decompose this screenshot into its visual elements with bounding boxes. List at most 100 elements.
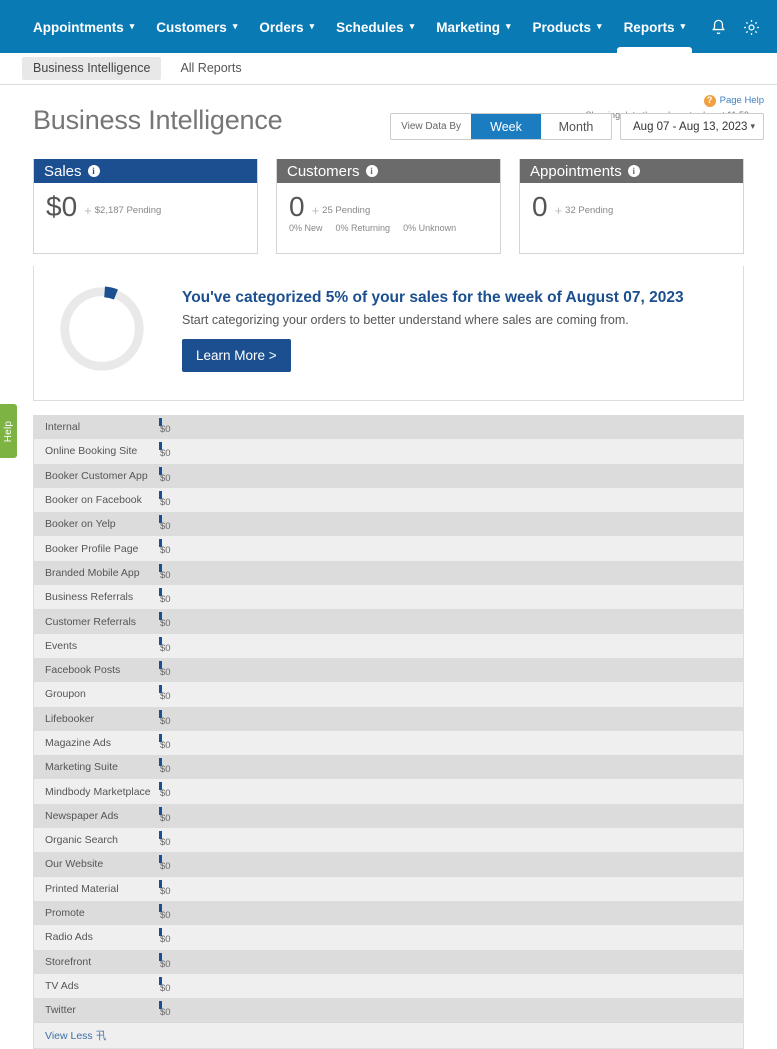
metric-pending: + $2,187 Pending <box>84 204 161 217</box>
subnav-item-all-reports[interactable]: All Reports <box>169 57 252 80</box>
source-row[interactable]: Magazine Ads $0 <box>34 730 743 756</box>
view-less-row: View Less 卂 <box>34 1022 743 1049</box>
source-row[interactable]: Newspaper Ads $0 <box>34 803 743 829</box>
source-row[interactable]: Storefront $0 <box>34 949 743 974</box>
metric-value-row: 0 +32 Pending <box>532 191 731 222</box>
source-row[interactable]: Online Booking Site $0 <box>34 439 743 464</box>
source-row-bar-cell: $0 <box>159 439 743 463</box>
source-row-label: Printed Material <box>45 882 119 895</box>
metric-card-title: Appointments <box>530 162 622 180</box>
view-data-by-group: View Data By Week Month <box>390 113 612 140</box>
source-row[interactable]: Booker on Facebook $0 <box>34 487 743 513</box>
source-row[interactable]: Groupon $0 <box>34 682 743 707</box>
metric-card-header: Sales i <box>34 159 257 183</box>
page-content: Business Intelligence ? Page Help Showin… <box>0 85 777 1049</box>
source-row-amount: $0 <box>160 958 171 970</box>
page-help-link[interactable]: ? Page Help <box>703 94 764 107</box>
view-less-link[interactable]: View Less 卂 <box>45 1028 106 1043</box>
source-row-amount: $0 <box>160 739 171 751</box>
source-row[interactable]: Our Website $0 <box>34 852 743 877</box>
nav-item-marketing[interactable]: Marketing ▾ <box>425 0 521 53</box>
nav-item-reports[interactable]: Reports ▾ <box>613 0 697 53</box>
metric-value-row: 0 +25 Pending <box>289 192 488 222</box>
page-help-label: Page Help <box>719 95 764 106</box>
metric-card-sales: Sales i $0 + $2,187 Pending <box>33 159 258 254</box>
source-row[interactable]: Radio Ads $0 <box>34 925 743 950</box>
source-row[interactable]: Mindbody Marketplace $0 <box>34 779 743 804</box>
source-row[interactable]: Printed Material $0 <box>34 876 743 901</box>
source-row[interactable]: Booker Profile Page $0 <box>34 536 743 561</box>
metric-card-title: Customers <box>287 162 360 180</box>
source-row-label: Magazine Ads <box>45 737 111 749</box>
source-row[interactable]: Booker Customer App $0 <box>34 463 743 488</box>
source-row-bar-cell: $0 <box>159 852 743 876</box>
metric-card-appointments: Appointments i 0 +32 Pending <box>519 159 744 254</box>
source-row-bar-cell: $0 <box>159 877 743 901</box>
source-row-label: Our Website <box>45 858 104 871</box>
source-row[interactable]: Organic Search $0 <box>34 828 743 853</box>
categorization-text: You've categorized 5% of your sales for … <box>182 286 727 373</box>
categorization-headline: You've categorized 5% of your sales for … <box>182 288 684 306</box>
source-row[interactable]: Branded Mobile App $0 <box>34 560 743 586</box>
gear-icon[interactable] <box>742 18 761 37</box>
date-range-select[interactable]: Aug 07 - Aug 13, 2023 ▾ <box>620 113 764 140</box>
segment-week[interactable]: Week <box>471 114 541 139</box>
source-row-amount: $0 <box>160 618 171 630</box>
nav-item-label: Products <box>532 19 592 35</box>
source-row-amount: $0 <box>160 934 171 946</box>
source-row[interactable]: Business Referrals $0 <box>34 585 743 610</box>
info-icon[interactable]: i <box>365 165 378 177</box>
source-row[interactable]: Promote $0 <box>34 900 743 926</box>
source-row-bar-cell: $0 <box>159 682 743 706</box>
source-row-amount: $0 <box>160 715 171 727</box>
source-row-bar-cell: $0 <box>159 974 743 998</box>
secondary-navigation-bar: Business Intelligence All Reports <box>0 53 777 85</box>
info-icon[interactable]: i <box>87 165 100 177</box>
metric-card-title: Sales <box>44 162 82 180</box>
source-row-amount: $0 <box>160 424 171 435</box>
source-row-amount: $0 <box>160 594 171 606</box>
source-row[interactable]: TV Ads $0 <box>34 973 743 999</box>
source-row-bar-cell: $0 <box>159 901 743 925</box>
help-tab-label: Help <box>3 420 14 442</box>
source-row[interactable]: Events $0 <box>34 633 743 658</box>
subnav-item-business-intelligence[interactable]: Business Intelligence <box>22 57 162 80</box>
info-icon[interactable]: i <box>627 165 640 177</box>
plus-icon: + <box>311 203 320 218</box>
learn-more-button[interactable]: Learn More > <box>182 339 291 373</box>
source-row[interactable]: Customer Referrals $0 <box>34 609 743 634</box>
source-row[interactable]: Marketing Suite $0 <box>34 755 743 780</box>
source-row-label: Newspaper Ads <box>45 809 119 822</box>
page-title: Business Intelligence <box>33 105 283 135</box>
top-navigation-bar: Appointments ▾ Customers ▾ Orders ▾ Schedules ▾… <box>0 0 777 53</box>
source-row[interactable]: Facebook Posts $0 <box>34 657 743 683</box>
nav-item-schedules[interactable]: Schedules ▾ <box>325 0 425 53</box>
source-row-label: Booker on Yelp <box>45 518 116 531</box>
chevron-down-icon: ▾ <box>309 21 315 31</box>
segment-month[interactable]: Month <box>541 114 611 139</box>
metric-value: 0 <box>532 191 548 222</box>
chevron-down-icon: ▾ <box>505 21 511 31</box>
source-row-bar-cell: $0 <box>159 950 743 974</box>
nav-item-orders[interactable]: Orders ▾ <box>248 0 325 53</box>
nav-item-label: Reports <box>623 19 675 35</box>
page-header: Business Intelligence ? Page Help Showin… <box>0 85 777 157</box>
source-row[interactable]: Internal $0 <box>34 415 743 440</box>
source-row-bar-cell: $0 <box>159 828 743 852</box>
nav-item-appointments[interactable]: Appointments ▾ <box>22 0 145 53</box>
view-controls: View Data By Week Month Aug 07 - Aug 13,… <box>390 113 764 140</box>
nav-item-products[interactable]: Products ▾ <box>522 0 613 53</box>
source-row[interactable]: Twitter $0 <box>34 998 743 1023</box>
nav-item-customers[interactable]: Customers ▾ <box>145 0 248 53</box>
source-row[interactable]: Lifebooker $0 <box>34 706 743 731</box>
metric-pending: +32 Pending <box>555 204 614 217</box>
source-row-amount: $0 <box>160 982 171 994</box>
source-row-bar-cell: $0 <box>159 658 743 682</box>
categorization-panel: You've categorized 5% of your sales for … <box>33 266 744 401</box>
source-row-bar-cell: $0 <box>159 464 743 488</box>
source-row[interactable]: Booker on Yelp $0 <box>34 512 743 537</box>
bell-icon[interactable] <box>709 18 728 37</box>
source-row-bar-cell: $0 <box>159 512 743 536</box>
help-tab[interactable]: Help <box>0 404 17 458</box>
view-data-by-label: View Data By <box>401 121 461 132</box>
